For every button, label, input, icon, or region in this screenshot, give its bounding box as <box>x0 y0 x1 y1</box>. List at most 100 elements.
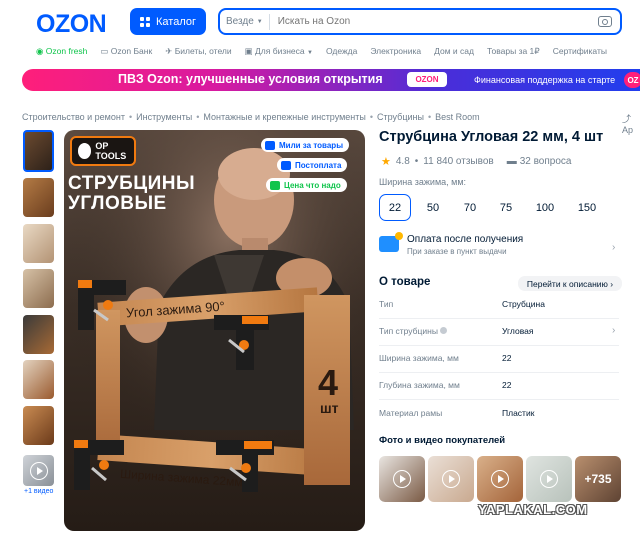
customer-video[interactable] <box>379 456 425 502</box>
image-headline: СТРУБЦИНЫ УГЛОВЫЕ <box>68 173 196 214</box>
main-product-image[interactable]: OP TOOLS СТРУБЦИНЫ УГЛОВЫЕ Мили за товар… <box>64 130 365 531</box>
postpay-title: Оплата после получения <box>407 234 524 245</box>
count-number: 4 <box>318 362 339 403</box>
video-count-label: +1 видео <box>24 488 54 495</box>
postpay-info[interactable]: Оплата после получения При заказе в пунк… <box>379 232 619 256</box>
chevron-right-icon: › <box>612 242 616 253</box>
spec-key: Тип <box>379 299 394 309</box>
leaf-icon: ◉ <box>36 46 44 56</box>
spec-value: 22 <box>502 380 512 390</box>
search-input[interactable] <box>277 16 598 27</box>
more-media-button[interactable]: +735 <box>575 456 621 502</box>
card-icon <box>379 232 403 252</box>
info-icon[interactable] <box>440 327 448 334</box>
spec-key: Ширина зажима, мм <box>379 353 459 363</box>
top-nav: ◉ Ozon fresh ▭ Ozon Банк ✈ Билеты, отели… <box>36 46 607 57</box>
spec-value: Струбцина <box>502 299 545 309</box>
breadcrumb-item[interactable]: Best Room <box>435 112 480 122</box>
divider <box>379 345 619 346</box>
miles-badge[interactable]: Мили за товары <box>261 138 350 152</box>
nav-item-home-garden[interactable]: Дом и сад <box>434 46 474 57</box>
gallery-thumbnail[interactable] <box>23 269 54 308</box>
go-to-description-button[interactable]: Перейти к описанию › <box>518 276 622 291</box>
camera-icon[interactable] <box>598 16 612 27</box>
customer-video[interactable] <box>477 456 523 502</box>
nav-item-business[interactable]: ▣ Для бизнеса ▼ <box>245 46 313 57</box>
brand-logo: OP TOOLS <box>70 136 136 166</box>
size-selector-label: Ширина зажима, мм: <box>379 177 467 187</box>
share-icon: ⤴ <box>622 114 632 124</box>
breadcrumb-item[interactable]: Струбцины <box>377 112 424 122</box>
customer-media-title: Фото и видео покупателей <box>379 435 506 446</box>
chevron-down-icon: ▼ <box>256 18 263 25</box>
watermark: YAPLAKAL.COM <box>478 502 588 517</box>
spec-value: 22 <box>502 353 512 363</box>
divider <box>379 318 619 319</box>
size-option-70[interactable]: 70 <box>454 194 486 221</box>
brand-mark-icon <box>78 143 92 159</box>
nav-item-clothes[interactable]: Одежда <box>326 46 357 57</box>
chat-bubble-icon: ▬ <box>506 156 517 167</box>
play-icon <box>540 470 558 488</box>
banner-title: ПВЗ Ozon: улучшенные условия открытия <box>118 72 383 86</box>
catalog-label: Каталог <box>156 15 196 28</box>
spec-key: Материал рамы <box>379 408 443 418</box>
gallery-thumbnail[interactable] <box>23 224 54 263</box>
nav-item-ozon-bank[interactable]: ▭ Ozon Банк <box>100 46 152 57</box>
nav-item-one-ruble[interactable]: Товары за 1₽ <box>487 46 540 57</box>
grid-icon <box>140 16 150 27</box>
share-link[interactable]: ⤴ Ар <box>622 112 640 135</box>
catalog-button[interactable]: Каталог <box>130 8 206 35</box>
thumbs-up-icon <box>270 180 280 190</box>
star-icon: ★ <box>381 156 391 168</box>
banner-subtitle: Финансовая поддержка на старте <box>474 75 616 85</box>
gallery-thumbnail[interactable] <box>23 315 54 354</box>
breadcrumb-item[interactable]: Строительство и ремонт <box>22 112 125 122</box>
banner-badge: OZON <box>407 72 447 87</box>
gallery-thumbnail[interactable] <box>23 178 54 217</box>
breadcrumb: Строительство и ремонт • Инструменты • Мон… <box>22 112 480 122</box>
postpay-subtitle: При заказе в пункт выдачи <box>407 247 507 256</box>
breadcrumb-item[interactable]: Инструменты <box>136 112 192 122</box>
size-option-100[interactable]: 100 <box>527 194 563 221</box>
search-bar[interactable]: Везде ▼ <box>218 8 622 35</box>
spec-value: Пластик <box>502 408 535 418</box>
customer-video[interactable] <box>526 456 572 502</box>
size-option-150[interactable]: 150 <box>568 194 606 221</box>
size-option-50[interactable]: 50 <box>417 194 449 221</box>
search-scope-label: Везде <box>226 16 254 27</box>
spec-value: Угловая <box>502 326 534 336</box>
video-thumbnail[interactable] <box>23 455 54 486</box>
spec-key: Тип струбцины <box>379 326 448 336</box>
reviews-link[interactable]: 11 840 отзывов <box>423 156 493 167</box>
miles-icon <box>265 140 275 150</box>
breadcrumb-item[interactable]: Монтажные и крепежные инструменты <box>203 112 365 122</box>
rating-row: ★ 4.8 • 11 840 отзывов ▬ 32 вопроса <box>381 156 572 168</box>
ozon-logo[interactable]: OZON <box>36 10 107 39</box>
nav-item-electronics[interactable]: Электроника <box>370 46 421 57</box>
search-scope-select[interactable]: Везде ▼ <box>220 13 270 30</box>
gallery-thumbnail[interactable] <box>23 130 54 172</box>
nav-item-tickets[interactable]: ✈ Билеты, отели <box>165 46 231 57</box>
bank-icon: ▭ <box>100 46 109 56</box>
divider <box>379 399 619 400</box>
gallery-thumbnail[interactable] <box>23 406 54 445</box>
customer-video[interactable] <box>428 456 474 502</box>
chevron-right-icon[interactable]: › <box>612 325 615 336</box>
wallet-icon <box>281 160 291 170</box>
size-option-22[interactable]: 22 <box>379 194 411 221</box>
postpay-badge[interactable]: Постоплата <box>277 158 348 172</box>
rating-value: 4.8 <box>395 156 410 167</box>
price-badge[interactable]: Цена что надо <box>266 178 347 192</box>
gallery-thumbnail[interactable] <box>23 360 54 399</box>
play-icon <box>442 470 460 488</box>
play-icon <box>491 470 509 488</box>
size-option-75[interactable]: 75 <box>490 194 522 221</box>
nav-item-ozon-fresh[interactable]: ◉ Ozon fresh <box>36 46 87 57</box>
spec-key: Глубина зажима, мм <box>379 380 460 390</box>
chevron-right-icon: › <box>610 278 614 289</box>
nav-item-certificates[interactable]: Сертификаты <box>553 46 607 57</box>
about-title: О товаре <box>379 276 431 288</box>
play-icon <box>393 470 411 488</box>
questions-link[interactable]: ▬ 32 вопроса <box>507 156 572 167</box>
